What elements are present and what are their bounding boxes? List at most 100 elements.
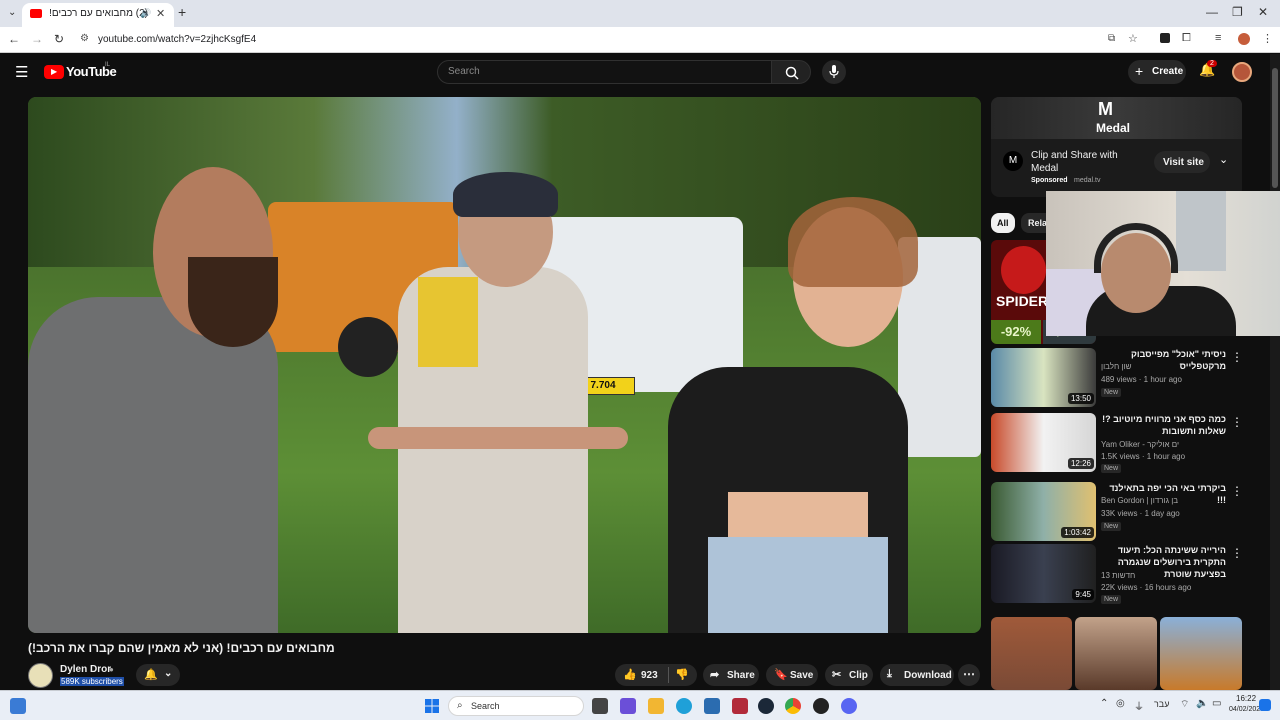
channel-name[interactable]: שון חלבון <box>1101 362 1132 371</box>
search-input[interactable]: Search <box>437 60 772 84</box>
recommended-video-3[interactable]: 1:03:42 ביקרתי באי הכי יפה בתאילנד !!! B… <box>991 482 1251 544</box>
chevron-down-icon[interactable]: ⌄ <box>1219 153 1228 166</box>
youtube-logo-icon[interactable]: ▶ <box>44 65 64 79</box>
chrome-icon[interactable] <box>785 698 801 714</box>
volume-icon[interactable]: 🔈 <box>1196 698 1208 709</box>
short-thumbnail-1[interactable] <box>991 617 1072 690</box>
tab-list-icon[interactable]: ⌄ <box>8 7 16 18</box>
channel-name[interactable]: Ben Gordon | בן גורדון <box>1101 496 1178 505</box>
address-bar[interactable]: youtube.com/watch?v=2zjhcKsgfE4 <box>98 34 256 45</box>
promo-name: SPIDER <box>996 293 1049 309</box>
app-icon[interactable] <box>732 698 748 714</box>
short-thumbnail-2[interactable] <box>1075 617 1157 690</box>
view-meta: 33K views · 1 day ago <box>1101 509 1180 518</box>
bell-icon: 🔔 <box>144 669 158 681</box>
chevron-up-icon[interactable]: ⌃ <box>1100 698 1108 709</box>
recommended-video-2[interactable]: 12:26 כמה כסף אני מרוויח מיוטיוב ?! שאלו… <box>991 413 1251 475</box>
channel-name[interactable]: חדשות 13 <box>1101 571 1135 580</box>
browser-menu-icon[interactable]: ⋮ <box>1262 32 1273 45</box>
visit-site-button[interactable]: Visit site <box>1154 151 1210 173</box>
share-button[interactable]: ➦ Share <box>703 664 759 686</box>
ad-logo-icon: M <box>1003 151 1023 171</box>
more-vert-icon[interactable]: ⋮ <box>1231 546 1243 560</box>
notification-center-icon[interactable] <box>1259 699 1271 711</box>
channel-name[interactable]: Dylen Dror <box>60 664 111 675</box>
profile-avatar[interactable] <box>1238 33 1250 45</box>
windows-start-icon[interactable] <box>425 699 439 713</box>
verified-icon: ● <box>109 665 114 674</box>
widgets-icon[interactable] <box>10 698 26 714</box>
recommended-video-1[interactable]: 13:50 ניסיתי "אוכל" מפייסבוק מרקטפלייס ש… <box>991 348 1251 410</box>
divider <box>668 667 669 683</box>
bookmark-star-icon[interactable]: ☆ <box>1128 32 1138 45</box>
maximize-icon[interactable]: ❐ <box>1232 5 1243 19</box>
site-info-icon[interactable]: ⚙ <box>80 33 89 44</box>
taskbar-search[interactable]: ⌕ Search <box>448 696 584 716</box>
wifi-icon[interactable]: ⌔ <box>1180 698 1189 711</box>
channel-avatar[interactable] <box>28 663 53 688</box>
ad-card[interactable]: M Medal M Clip and Share with Medal Spon… <box>991 97 1242 197</box>
search-icon <box>785 66 799 80</box>
create-button[interactable]: + Create <box>1128 60 1186 84</box>
media-icon[interactable]: ≡ <box>1215 32 1221 44</box>
short-thumbnail-3[interactable] <box>1160 617 1242 690</box>
channel-name[interactable]: Yam Oliker - ים אוליקר <box>1101 440 1179 449</box>
app-icon-2[interactable] <box>813 698 829 714</box>
more-vert-icon[interactable]: ⋮ <box>1231 415 1243 429</box>
close-window-icon[interactable]: ✕ <box>1258 5 1268 19</box>
video-thumbnail[interactable]: 1:03:42 <box>991 482 1096 541</box>
more-vert-icon[interactable]: ⋮ <box>1231 484 1243 498</box>
voice-search-button[interactable] <box>822 60 846 84</box>
save-button[interactable]: 🔖 Save <box>766 664 818 686</box>
hamburger-menu-icon[interactable]: ☰ <box>15 63 28 81</box>
new-tab-button[interactable]: + <box>178 4 186 20</box>
download-button[interactable]: ⤓ Download <box>880 664 954 686</box>
duration-badge: 1:03:42 <box>1061 527 1094 538</box>
file-explorer-icon[interactable] <box>648 698 664 714</box>
person-grey-hoodie <box>28 297 278 633</box>
more-actions-button[interactable]: ⋯ <box>958 664 980 686</box>
search-button[interactable] <box>771 60 811 84</box>
new-badge: New <box>1101 464 1122 473</box>
close-tab-icon[interactable]: ✕ <box>156 7 165 20</box>
clip-button[interactable]: ✂ Clip <box>825 664 873 686</box>
mic-tray-icon[interactable]: ⏚ <box>1134 698 1144 713</box>
back-icon[interactable]: ← <box>8 32 20 46</box>
edge-browser-icon[interactable] <box>676 698 692 714</box>
windows-taskbar: ⌕ Search ⌃ ◎ ⏚ עבר ⌔ 🔈 ▭ 16:22 04/02/202… <box>0 690 1280 720</box>
steam-icon[interactable] <box>758 698 774 714</box>
audio-icon[interactable]: 🔊 <box>140 8 151 19</box>
account-avatar[interactable] <box>1232 62 1252 82</box>
recommended-video-4[interactable]: 9:45 הירייה ששינתה הכל: תיעוד התקרית ביר… <box>991 544 1251 606</box>
like-icon[interactable]: 👍 <box>623 668 637 681</box>
reload-icon[interactable]: ↻ <box>54 32 64 46</box>
minimize-icon[interactable]: — <box>1206 5 1218 19</box>
chip-all[interactable]: All <box>991 213 1015 233</box>
puzzle-icon[interactable]: ⧠ <box>1182 32 1191 45</box>
clock-time[interactable]: 16:22 <box>1236 694 1256 703</box>
video-thumbnail[interactable]: 13:50 <box>991 348 1096 407</box>
task-view-icon[interactable] <box>592 698 608 714</box>
language-indicator[interactable]: עבר <box>1154 699 1169 709</box>
browser-tab-active[interactable]: (2) מחבואים עם רכבים! (אני 🔊 ✕ <box>22 3 174 27</box>
like-count[interactable]: 923 <box>641 670 658 681</box>
subscribed-notification-button[interactable]: 🔔 ⌄ <box>136 664 180 686</box>
chat-app-icon[interactable] <box>620 698 636 714</box>
more-vert-icon[interactable]: ⋮ <box>1231 350 1243 364</box>
view-meta: 22K views · 16 hours ago <box>1101 583 1192 592</box>
video-thumbnail[interactable]: 9:45 <box>991 544 1096 603</box>
view-meta: 1.5K views · 1 hour ago <box>1101 452 1186 461</box>
cast-icon[interactable]: ⧉ <box>1108 33 1115 44</box>
network-icon[interactable]: ◎ <box>1116 698 1125 709</box>
dislike-icon[interactable]: 👎 <box>675 668 689 681</box>
extension-icon[interactable] <box>1160 33 1170 43</box>
video-thumbnail[interactable]: 12:26 <box>991 413 1096 472</box>
store-icon[interactable] <box>704 698 720 714</box>
video-title[interactable]: כמה כסף אני מרוויח מיוטיוב ?! שאלות ותשו… <box>1101 413 1226 437</box>
forward-icon[interactable]: → <box>31 32 43 46</box>
scrollbar-thumb[interactable] <box>1272 68 1278 188</box>
discord-icon[interactable] <box>841 698 857 714</box>
video-player[interactable]: 7.704 <box>28 97 981 633</box>
battery-icon[interactable]: ▭ <box>1212 698 1221 709</box>
page-scrollbar[interactable] <box>1270 54 1280 690</box>
